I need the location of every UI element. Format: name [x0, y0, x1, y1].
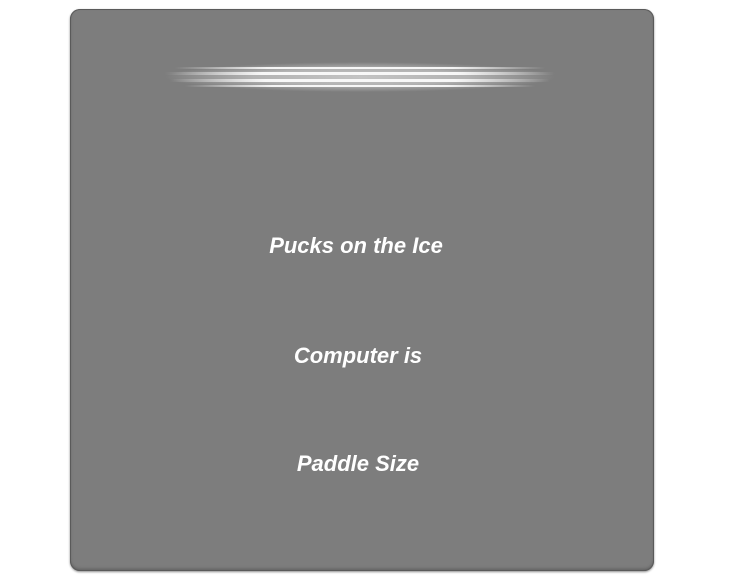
paddle-size-option[interactable]: Paddle Size: [66, 451, 650, 477]
title-glow-logo: [165, 61, 555, 93]
computer-is-option[interactable]: Computer is: [66, 343, 650, 369]
pucks-on-ice-option[interactable]: Pucks on the Ice: [64, 233, 648, 259]
settings-panel: Pucks on the Ice Computer is Paddle Size: [70, 9, 654, 571]
